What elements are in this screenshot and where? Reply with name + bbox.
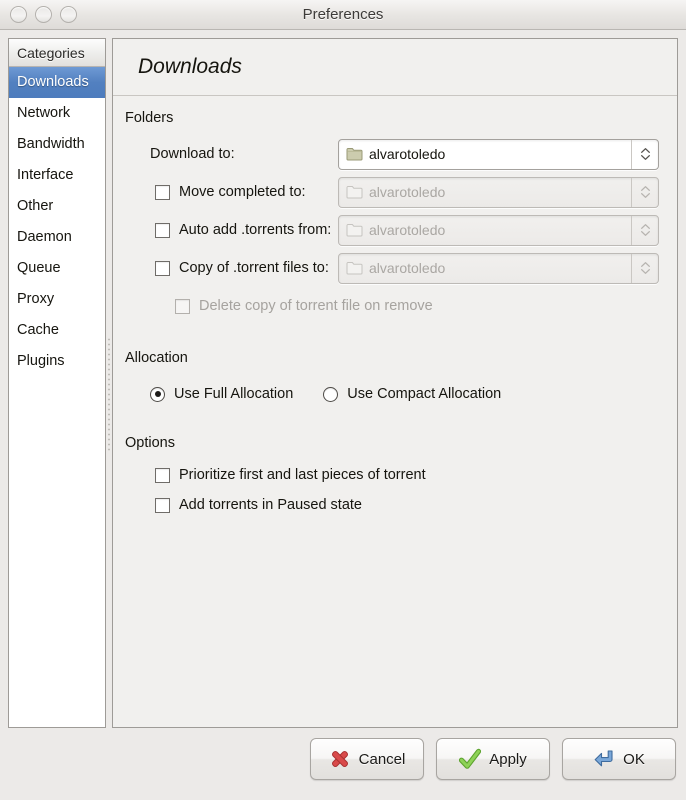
sidebar-item-downloads[interactable]: Downloads — [9, 67, 105, 98]
download-to-row: Download to: alvarotoledo — [125, 135, 659, 173]
sidebar-item-other[interactable]: Other — [9, 191, 105, 222]
page-title: Downloads — [138, 55, 242, 78]
add-paused-option[interactable]: Add torrents in Paused state — [125, 497, 362, 513]
auto-add-combo-inner: alvarotoledo — [339, 222, 631, 238]
cancel-button[interactable]: Cancel — [310, 738, 424, 780]
prioritize-pieces-row: Prioritize first and last pieces of torr… — [125, 460, 659, 490]
sidebar-item-plugins[interactable]: Plugins — [9, 346, 105, 377]
copy-of-torrent-files-to-value: alvarotoledo — [369, 260, 446, 276]
sidebar-item-queue[interactable]: Queue — [9, 253, 105, 284]
allocation-options-row: Use Full Allocation Use Compact Allocati… — [125, 375, 659, 413]
delete-copy-on-remove-row: Delete copy of torrent file on remove — [125, 287, 659, 325]
folder-icon — [346, 185, 363, 199]
preferences-window: Preferences Categories Downloads Network… — [0, 0, 686, 800]
download-to-label-slot: Download to: — [125, 146, 338, 162]
download-to-value: alvarotoledo — [369, 146, 446, 162]
folder-icon — [346, 223, 363, 237]
copy-torrent-files-row: Copy of .torrent files to: alvarotoledo — [125, 249, 659, 287]
use-full-allocation-label: Use Full Allocation — [174, 386, 294, 402]
move-completed-to-value: alvarotoledo — [369, 184, 446, 200]
add-torrents-paused-checkbox[interactable] — [155, 497, 170, 513]
blue-return-arrow-icon — [593, 748, 615, 770]
auto-add-label-slot: Auto add .torrents from: — [125, 222, 338, 238]
sidebar-item-cache[interactable]: Cache — [9, 315, 105, 346]
green-check-icon — [459, 748, 482, 770]
ok-button[interactable]: OK — [562, 738, 676, 780]
prioritize-first-last-pieces-label: Prioritize first and last pieces of torr… — [179, 467, 426, 483]
dialog-button-bar: Cancel Apply OK — [0, 738, 686, 780]
copy-of-torrent-files-to-label: Copy of .torrent files to: — [179, 260, 329, 276]
prioritize-pieces-option[interactable]: Prioritize first and last pieces of torr… — [125, 467, 426, 483]
delete-copy-on-remove-checkbox[interactable] — [175, 298, 190, 314]
chevron-down-icon — [640, 155, 650, 160]
panel-body: Folders Download to: alvarotoledo Move c… — [113, 96, 677, 520]
splitter-grip-dots — [107, 337, 111, 453]
download-to-stepper[interactable] — [631, 139, 658, 169]
sidebar-item-bandwidth[interactable]: Bandwidth — [9, 129, 105, 160]
move-completed-to-checkbox[interactable] — [155, 184, 170, 200]
add-torrents-paused-label: Add torrents in Paused state — [179, 497, 362, 513]
auto-add-torrents-row: Auto add .torrents from: alvarotoledo — [125, 211, 659, 249]
move-completed-to-row: Move completed to: alvarotoledo — [125, 173, 659, 211]
folders-group-label: Folders — [125, 110, 174, 126]
copy-of-torrent-files-to-folder-chooser[interactable]: alvarotoledo — [338, 252, 659, 284]
folder-icon — [346, 261, 363, 275]
copy-torrent-label-slot: Copy of .torrent files to: — [125, 260, 338, 276]
auto-add-torrents-from-folder-chooser[interactable]: alvarotoledo — [338, 214, 659, 246]
chevron-down-icon — [640, 269, 650, 274]
chevron-down-icon — [640, 193, 650, 198]
chevron-up-icon — [640, 224, 650, 229]
download-to-folder-chooser[interactable]: alvarotoledo — [338, 138, 659, 170]
ok-button-label: OK — [623, 750, 645, 768]
use-compact-allocation-radio[interactable] — [323, 386, 339, 402]
allocation-full-option[interactable]: Use Full Allocation — [125, 386, 293, 402]
apply-button-label: Apply — [489, 750, 527, 768]
sidebar-item-daemon[interactable]: Daemon — [9, 222, 105, 253]
download-to-combo-inner: alvarotoledo — [339, 146, 631, 162]
chevron-up-icon — [640, 148, 650, 153]
chevron-up-icon — [640, 186, 650, 191]
options-group-label: Options — [125, 435, 175, 451]
move-completed-to-folder-chooser[interactable]: alvarotoledo — [338, 176, 659, 208]
download-to-label: Download to: — [150, 146, 235, 162]
window-title: Preferences — [302, 6, 384, 23]
add-paused-row: Add torrents in Paused state — [125, 490, 659, 520]
red-x-icon — [329, 748, 351, 770]
cancel-button-label: Cancel — [358, 750, 406, 768]
use-compact-allocation-label: Use Compact Allocation — [347, 386, 502, 402]
copy-of-torrent-files-to-stepper[interactable] — [631, 253, 658, 283]
categories-sidebar: Categories Downloads Network Bandwidth I… — [8, 38, 106, 728]
chevron-down-icon — [640, 231, 650, 236]
copy-torrent-combo-inner: alvarotoledo — [339, 260, 631, 276]
sidebar-item-proxy[interactable]: Proxy — [9, 284, 105, 315]
auto-add-torrents-from-label: Auto add .torrents from: — [179, 222, 332, 238]
move-completed-to-stepper[interactable] — [631, 177, 658, 207]
title-bar: Preferences — [0, 0, 686, 30]
delete-copy-on-remove-label: Delete copy of torrent file on remove — [199, 298, 433, 314]
move-completed-to-label: Move completed to: — [179, 184, 306, 200]
panel-header: Downloads — [113, 39, 677, 96]
allocation-compact-option[interactable]: Use Compact Allocation — [293, 386, 501, 402]
downloads-settings-panel: Downloads Folders Download to: alvarotol… — [112, 38, 678, 728]
delete-copy-label-slot: Delete copy of torrent file on remove — [125, 298, 433, 314]
use-full-allocation-radio[interactable] — [150, 386, 165, 402]
move-completed-label-slot: Move completed to: — [125, 184, 338, 200]
allocation-group-label: Allocation — [125, 350, 188, 366]
auto-add-torrents-from-checkbox[interactable] — [155, 222, 170, 238]
prioritize-first-last-pieces-checkbox[interactable] — [155, 467, 170, 483]
auto-add-torrents-from-stepper[interactable] — [631, 215, 658, 245]
apply-button[interactable]: Apply — [436, 738, 550, 780]
sidebar-item-interface[interactable]: Interface — [9, 160, 105, 191]
sidebar-item-network[interactable]: Network — [9, 98, 105, 129]
move-completed-combo-inner: alvarotoledo — [339, 184, 631, 200]
copy-of-torrent-files-to-checkbox[interactable] — [155, 260, 170, 276]
auto-add-torrents-from-value: alvarotoledo — [369, 222, 446, 238]
folder-icon — [346, 147, 363, 161]
categories-header: Categories — [9, 39, 105, 67]
chevron-up-icon — [640, 262, 650, 267]
